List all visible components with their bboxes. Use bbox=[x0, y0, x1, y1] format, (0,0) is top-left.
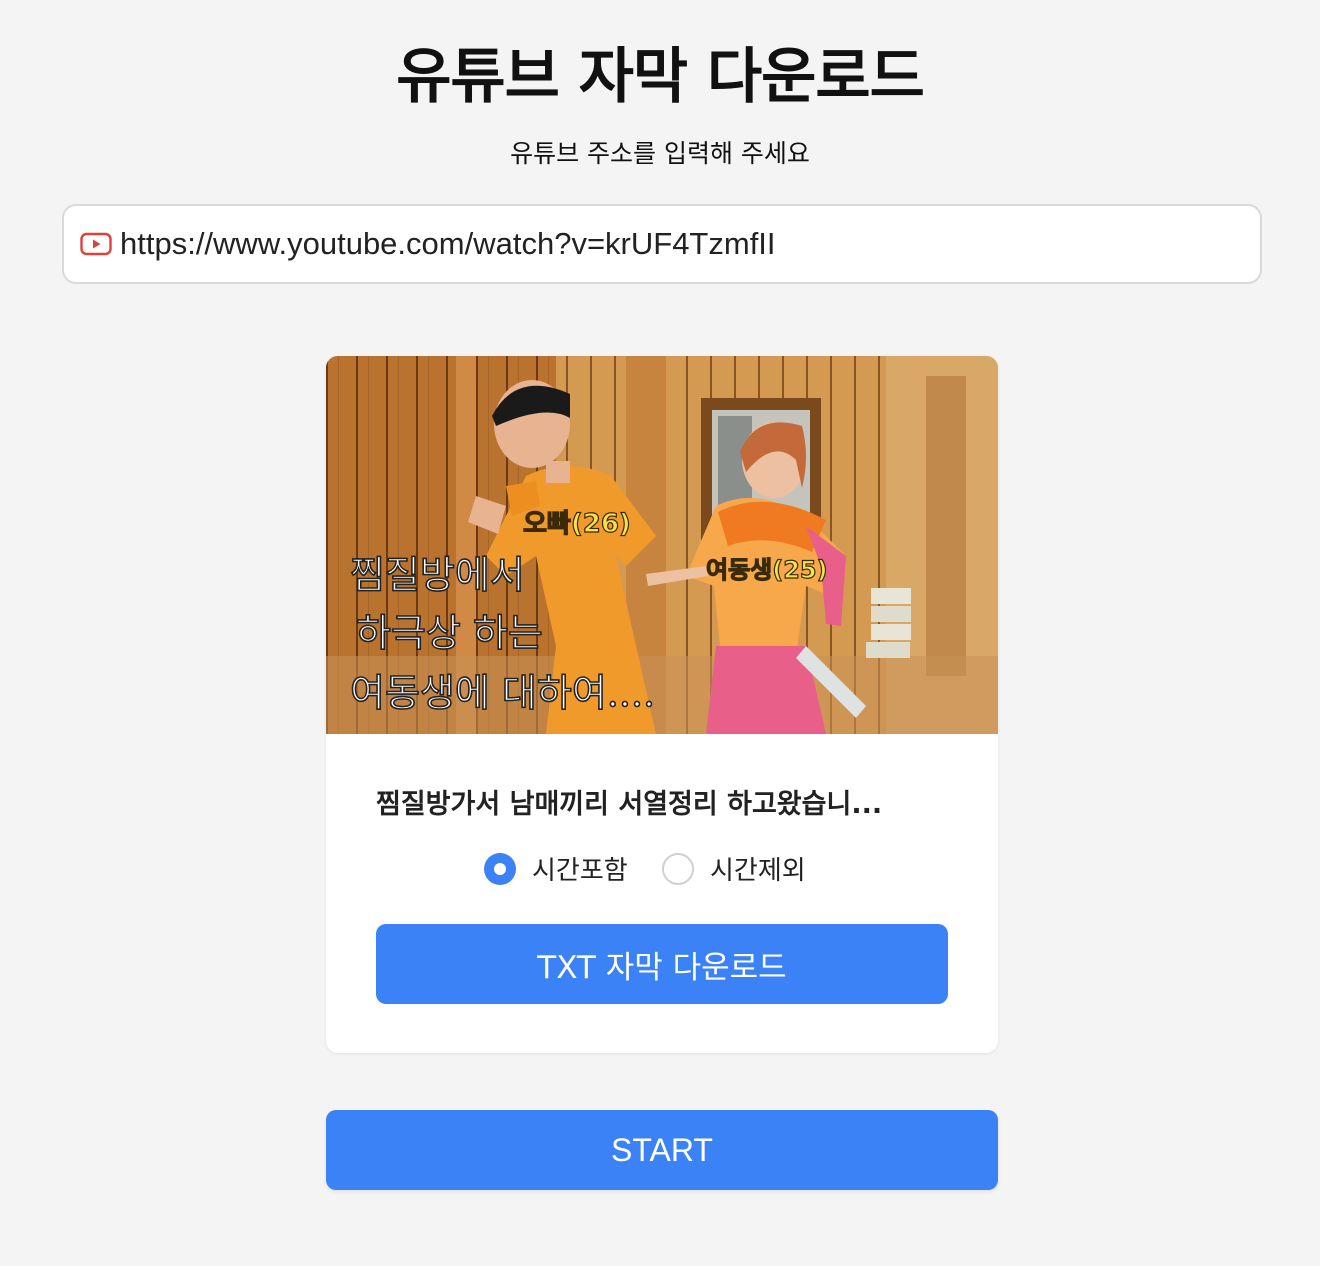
video-card: 오빠(26) 여동생(25) 찜질방에서 하극상 하는 여동생에 대하여....… bbox=[326, 356, 998, 1053]
download-txt-button[interactable]: TXT 자막 다운로드 bbox=[376, 924, 948, 1004]
thumbnail-label-brother: 오빠(26) bbox=[523, 509, 631, 539]
url-input-container[interactable] bbox=[62, 204, 1262, 284]
youtube-url-input[interactable] bbox=[120, 226, 1220, 262]
timestamp-option-group: 시간포함 시간제외 bbox=[326, 850, 998, 890]
video-title: 찜질방가서 남매끼리 서열정리 하고왔습니... bbox=[376, 789, 883, 820]
radio-exclude-time[interactable]: 시간제외 bbox=[662, 850, 806, 887]
thumbnail-caption-line-2: 하극상 하는 bbox=[356, 611, 543, 655]
thumbnail-caption-line-1: 찜질방에서 bbox=[350, 553, 525, 597]
page-subtitle: 유튜브 주소를 입력해 주세요 bbox=[510, 139, 810, 168]
radio-button-unchecked[interactable] bbox=[662, 852, 694, 885]
radio-include-time[interactable]: 시간포함 bbox=[484, 850, 628, 887]
radio-exclude-time-label: 시간제외 bbox=[710, 856, 806, 886]
video-thumbnail: 오빠(26) 여동생(25) 찜질방에서 하극상 하는 여동생에 대하여.... bbox=[326, 356, 998, 734]
start-button[interactable]: START bbox=[326, 1110, 998, 1190]
thumbnail-label-sister: 여동생(25) bbox=[706, 556, 828, 584]
radio-button-checked[interactable] bbox=[484, 852, 516, 885]
page-title: 유튜브 자막 다운로드 bbox=[396, 42, 925, 112]
radio-include-time-label: 시간포함 bbox=[532, 856, 628, 886]
thumbnail-caption-line-3: 여동생에 대하여.... bbox=[350, 671, 655, 715]
youtube-icon bbox=[80, 232, 112, 256]
